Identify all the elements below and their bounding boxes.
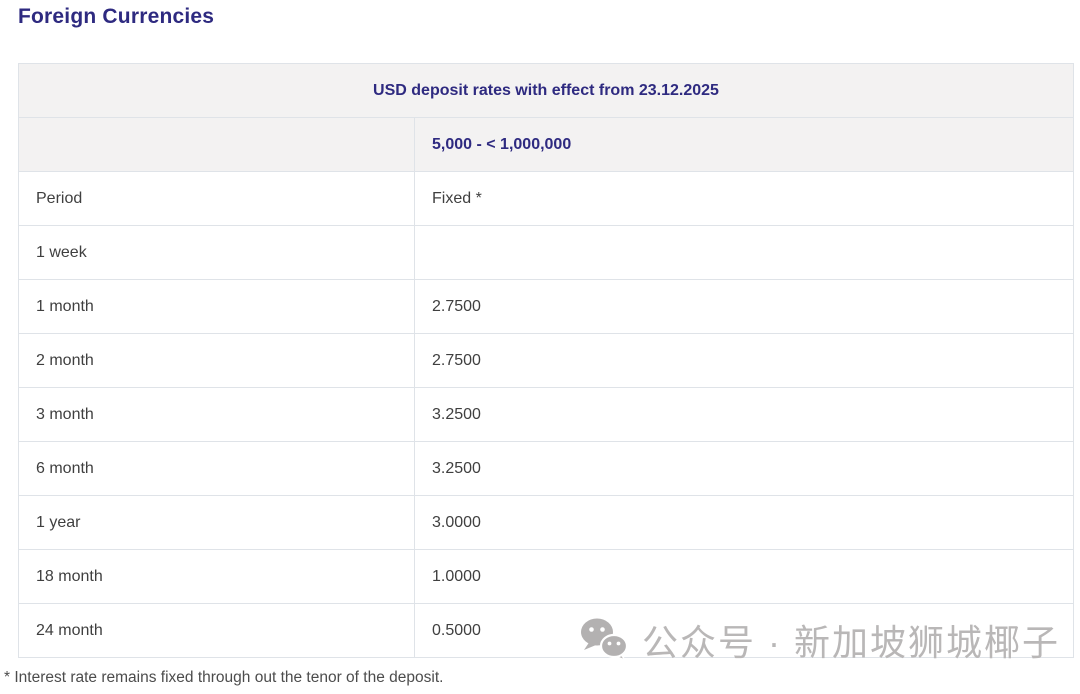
period-cell: 24 month bbox=[19, 604, 415, 658]
table-row: 3 month 3.2500 bbox=[19, 388, 1074, 442]
rate-cell: 1.0000 bbox=[415, 550, 1074, 604]
page-title: Foreign Currencies bbox=[18, 5, 214, 29]
rate-cell: 2.7500 bbox=[415, 280, 1074, 334]
table-row: 18 month 1.0000 bbox=[19, 550, 1074, 604]
rate-cell: 0.5000 bbox=[415, 604, 1074, 658]
rate-cell: 3.2500 bbox=[415, 388, 1074, 442]
rate-cell: 3.2500 bbox=[415, 442, 1074, 496]
table-caption: USD deposit rates with effect from 23.12… bbox=[19, 64, 1074, 118]
rate-cell bbox=[415, 226, 1074, 280]
footnote: * Interest rate remains fixed through ou… bbox=[4, 669, 443, 687]
rate-column-header: Fixed * bbox=[415, 172, 1074, 226]
table-row: 24 month 0.5000 bbox=[19, 604, 1074, 658]
table-row: 2 month 2.7500 bbox=[19, 334, 1074, 388]
table-row: 1 year 3.0000 bbox=[19, 496, 1074, 550]
column-header-row: Period Fixed * bbox=[19, 172, 1074, 226]
rate-cell: 3.0000 bbox=[415, 496, 1074, 550]
table-row: 1 month 2.7500 bbox=[19, 280, 1074, 334]
amount-tier-header: 5,000 - < 1,000,000 bbox=[415, 118, 1074, 172]
period-cell: 3 month bbox=[19, 388, 415, 442]
period-cell: 6 month bbox=[19, 442, 415, 496]
usd-deposit-rates-table: USD deposit rates with effect from 23.12… bbox=[18, 63, 1074, 658]
period-cell: 1 year bbox=[19, 496, 415, 550]
table-row: 1 week bbox=[19, 226, 1074, 280]
period-cell: 2 month bbox=[19, 334, 415, 388]
table-caption-row: USD deposit rates with effect from 23.12… bbox=[19, 64, 1074, 118]
period-cell: 1 month bbox=[19, 280, 415, 334]
amount-tier-empty-cell bbox=[19, 118, 415, 172]
amount-tier-row: 5,000 - < 1,000,000 bbox=[19, 118, 1074, 172]
rate-cell: 2.7500 bbox=[415, 334, 1074, 388]
period-cell: 18 month bbox=[19, 550, 415, 604]
table-row: 6 month 3.2500 bbox=[19, 442, 1074, 496]
period-column-header: Period bbox=[19, 172, 415, 226]
period-cell: 1 week bbox=[19, 226, 415, 280]
